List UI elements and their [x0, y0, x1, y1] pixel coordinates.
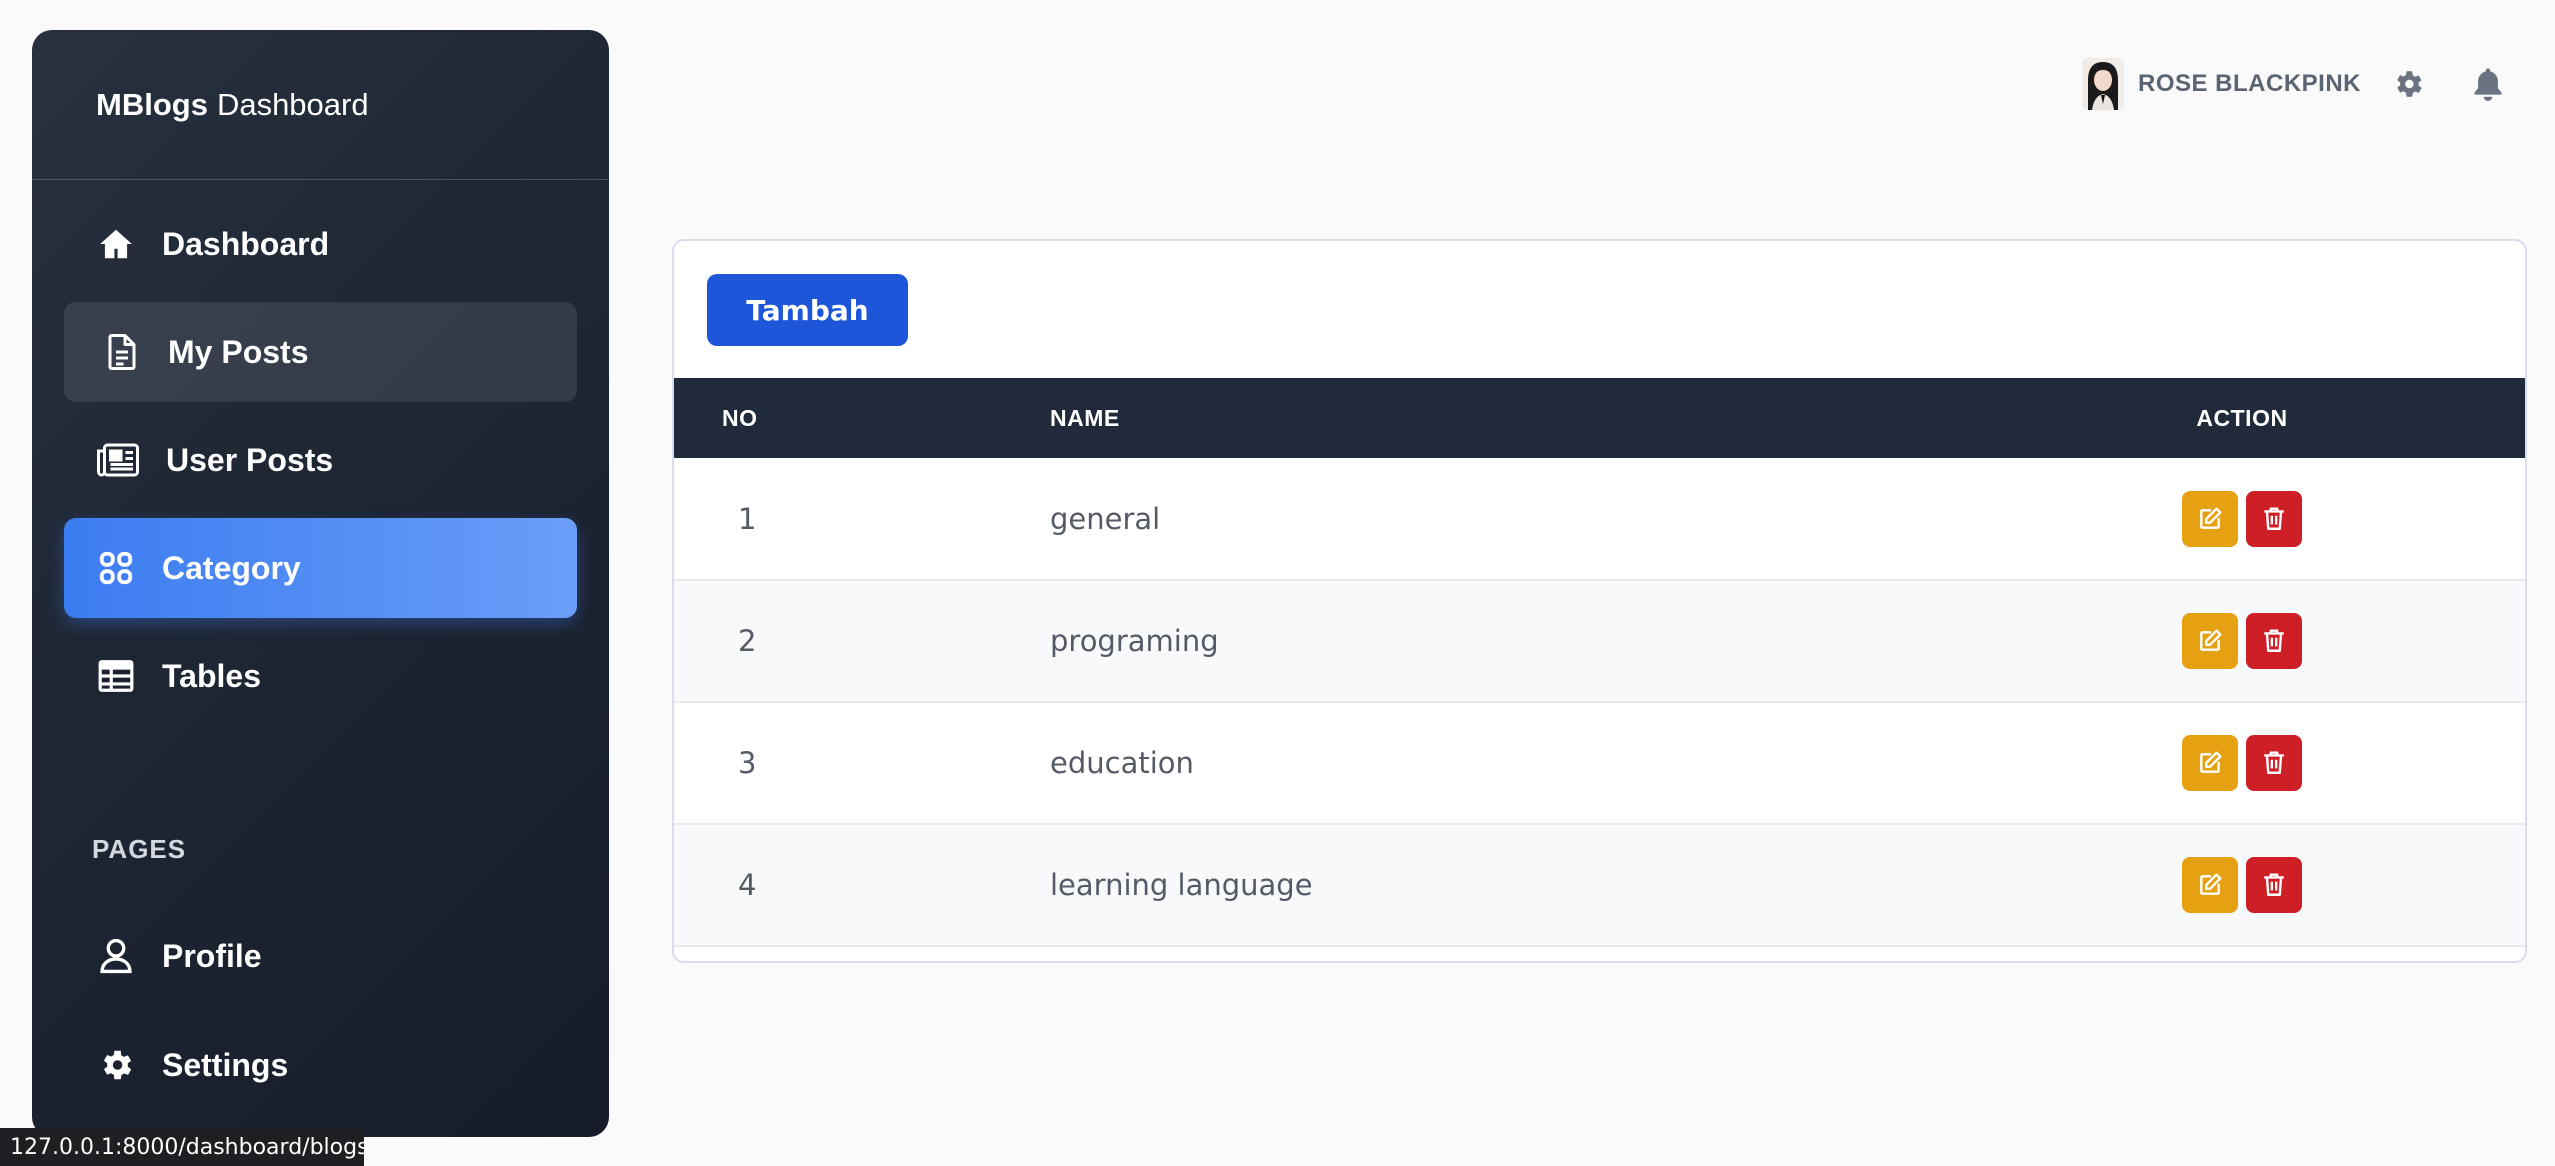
trash-icon: [2264, 507, 2284, 530]
table-row: 4 learning language: [674, 824, 2525, 946]
username: ROSE BLACKPINK: [2138, 70, 2362, 97]
user-menu[interactable]: ROSE BLACKPINK: [2082, 58, 2361, 110]
sidebar-item-user-posts[interactable]: User Posts: [64, 410, 577, 510]
grid-icon: [94, 546, 138, 590]
cell-no: 3: [738, 746, 757, 780]
trash-icon: [2264, 873, 2284, 896]
sidebar-item-dashboard[interactable]: Dashboard: [64, 194, 577, 294]
sidebar-item-label: Dashboard: [162, 225, 330, 262]
sidebar-item-profile[interactable]: Profile: [64, 906, 577, 1006]
edit-button[interactable]: [2182, 857, 2238, 913]
edit-icon: [2200, 873, 2222, 895]
user-icon: [94, 934, 138, 978]
cell-no: 1: [738, 501, 757, 536]
settings-icon[interactable]: [2389, 65, 2427, 103]
section-title-pages: PAGES: [92, 834, 187, 864]
cell-actions: [1959, 458, 2525, 580]
edit-button[interactable]: [2182, 490, 2238, 547]
cell-name: programing: [1050, 624, 1219, 658]
sidebar-item-label: Settings: [162, 1046, 289, 1083]
edit-icon: [2200, 629, 2222, 651]
table-icon: [94, 654, 138, 698]
column-header-name: NAME: [1050, 404, 1120, 431]
sidebar: MBlogs Dashboard Dashboard My Posts User…: [32, 30, 609, 1137]
sidebar-item-my-posts[interactable]: My Posts: [64, 302, 577, 402]
sidebar-item-label: My Posts: [168, 333, 309, 370]
cell-no: 2: [738, 624, 757, 658]
home-icon: [94, 222, 138, 266]
sidebar-item-category[interactable]: Category: [64, 518, 577, 618]
sidebar-item-label: Profile: [162, 937, 262, 974]
table-row: 2 programing: [674, 580, 2525, 702]
sidebar-item-label: Category: [162, 549, 301, 586]
avatar: [2082, 58, 2124, 110]
edit-icon: [2200, 751, 2222, 773]
sidebar-item-tables[interactable]: Tables: [64, 626, 577, 726]
sidebar-item-label: User Posts: [166, 441, 334, 478]
delete-button[interactable]: [2246, 490, 2302, 547]
column-header-action: ACTION: [2196, 404, 2288, 431]
brand-name: MBlogs: [96, 86, 208, 122]
edit-button[interactable]: [2182, 735, 2238, 791]
sidebar-item-label: Tables: [162, 657, 261, 694]
cell-name: general: [1050, 501, 1161, 536]
newspaper-icon: [94, 438, 142, 482]
cell-actions: [1959, 824, 2525, 946]
brand[interactable]: MBlogs Dashboard: [32, 30, 609, 180]
add-button[interactable]: Tambah: [707, 274, 908, 346]
cell-no: 4: [738, 868, 757, 902]
cell-actions: [1959, 580, 2525, 702]
edit-icon: [2200, 507, 2222, 529]
category-card: Tambah NO NAME ACTION 1 general 2 progra…: [672, 239, 2527, 963]
edit-button[interactable]: [2182, 613, 2238, 669]
status-bar-url: 127.0.0.1:8000/dashboard/blogs: [0, 1128, 369, 1166]
table-header-row: NO NAME ACTION: [674, 378, 2525, 458]
delete-button[interactable]: [2246, 857, 2302, 913]
document-icon: [100, 330, 144, 374]
delete-button[interactable]: [2246, 613, 2302, 669]
bell-icon[interactable]: [2469, 65, 2507, 103]
cell-name: learning language: [1050, 868, 1313, 902]
gear-icon: [94, 1043, 138, 1087]
trash-icon: [2264, 629, 2284, 652]
sidebar-item-settings[interactable]: Settings: [64, 1015, 577, 1115]
trash-icon: [2264, 751, 2284, 774]
cell-actions: [1959, 702, 2525, 824]
column-header-no: NO: [722, 404, 758, 431]
table-row: 1 general: [674, 458, 2525, 580]
brand-suffix: Dashboard: [216, 86, 369, 122]
category-table: NO NAME ACTION 1 general 2 programing 3 …: [674, 378, 2525, 947]
delete-button[interactable]: [2246, 735, 2302, 791]
table-row: 3 education: [674, 702, 2525, 824]
cell-name: education: [1050, 746, 1194, 780]
